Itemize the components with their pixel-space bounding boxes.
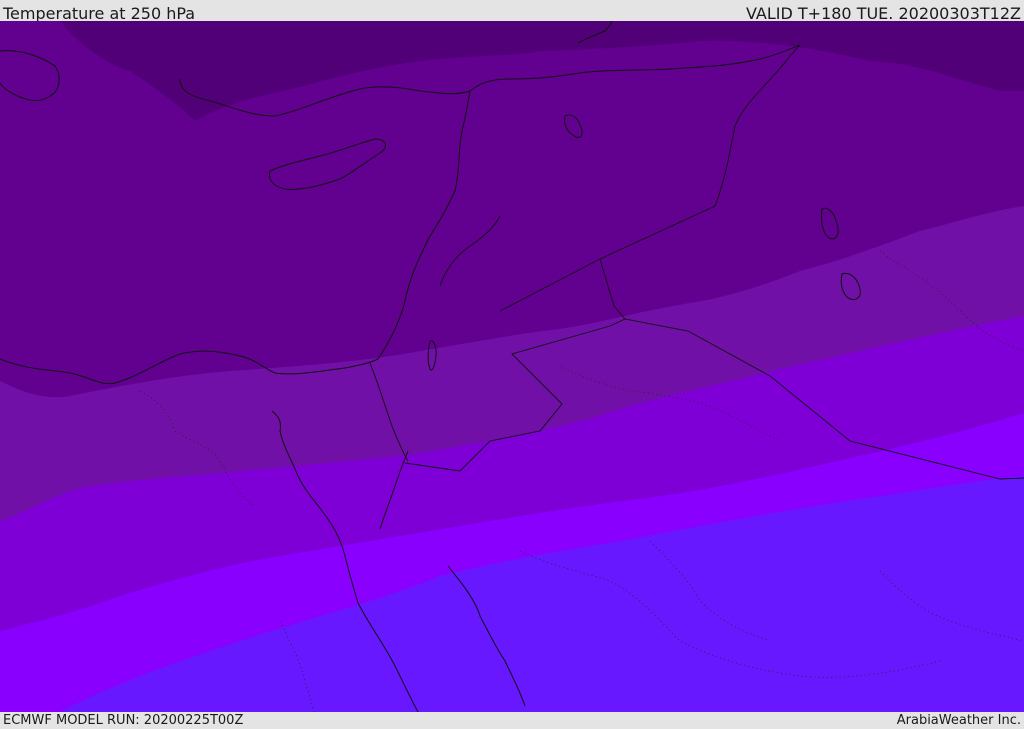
model-run-label: ECMWF MODEL RUN: 20200225T00Z <box>3 713 244 728</box>
map-panel <box>0 21 1024 712</box>
temperature-map <box>0 21 1024 712</box>
valid-time: VALID T+180 TUE. 20200303T12Z <box>745 4 1021 23</box>
credit-label: ArabiaWeather Inc. <box>896 713 1021 728</box>
map-figure: Temperature at 250 hPa VALID T+180 TUE. … <box>0 0 1024 729</box>
map-title: Temperature at 250 hPa <box>3 4 196 23</box>
